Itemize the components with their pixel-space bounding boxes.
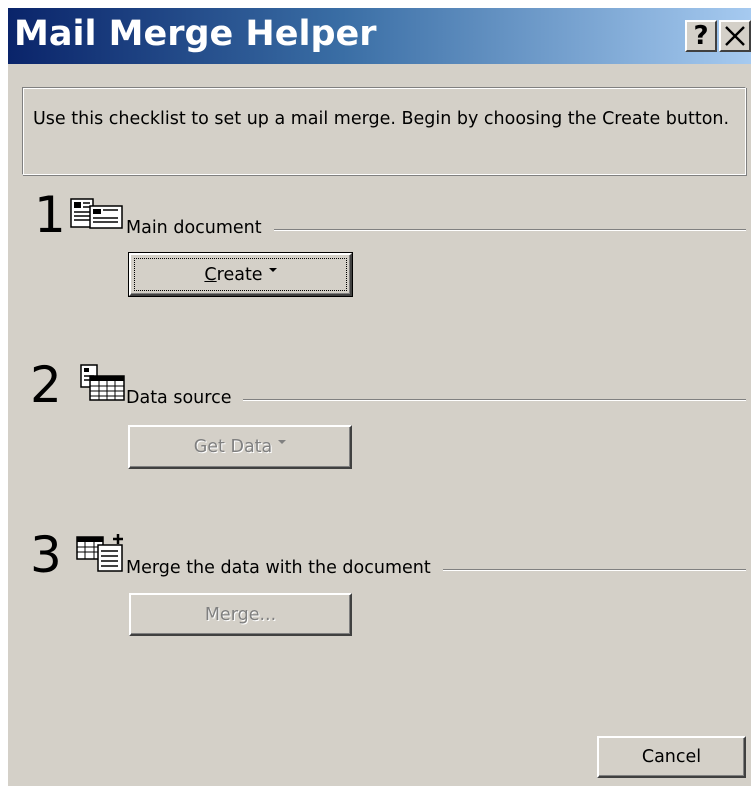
get-data-button[interactable]: Get Data <box>128 425 352 469</box>
data-source-icon <box>80 364 125 401</box>
instructions-box: Use this checklist to set up a mail merg… <box>22 87 746 175</box>
create-button[interactable]: Create <box>128 252 353 297</box>
chevron-down-icon <box>278 440 287 444</box>
chevron-down-icon <box>268 267 277 272</box>
close-icon <box>725 26 745 46</box>
step-2-label: Data source <box>126 388 244 408</box>
title-bar: Mail Merge Helper ? <box>8 8 751 64</box>
step-number-2: 2 <box>30 356 62 414</box>
merge-button-label: Merge... <box>204 604 277 625</box>
window-title: Mail Merge Helper <box>14 14 377 54</box>
step-1-label: Main document <box>126 218 274 238</box>
help-button-label: ? <box>693 21 709 51</box>
merge-icon <box>76 534 123 572</box>
get-data-button-label: Get Data <box>193 437 273 457</box>
merge-button[interactable]: Merge... <box>129 593 352 636</box>
cancel-button[interactable]: Cancel <box>597 736 746 778</box>
cancel-button-label: Cancel <box>641 747 702 767</box>
step-3-label: Merge the data with the document <box>126 558 443 578</box>
create-button-label: Create <box>204 264 263 285</box>
step-number-3: 3 <box>30 526 62 584</box>
help-button[interactable]: ? <box>685 20 717 52</box>
close-button[interactable] <box>719 20 751 52</box>
main-document-icon <box>70 198 123 229</box>
step-number-1: 1 <box>34 186 66 244</box>
instructions-text: Use this checklist to set up a mail merg… <box>33 109 730 129</box>
